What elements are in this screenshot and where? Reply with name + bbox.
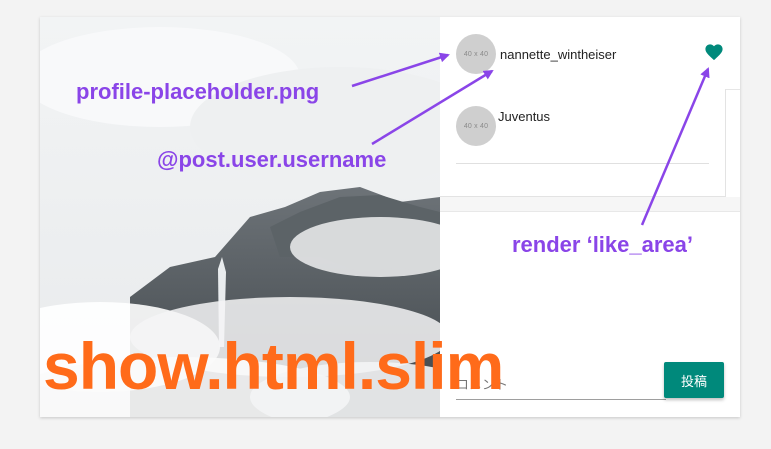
avatar: 40 x 40 [456, 34, 496, 74]
comment-avatar-placeholder-text: 40 x 40 [463, 122, 489, 130]
comments-footer [440, 197, 740, 212]
comment-username[interactable]: Juventus [498, 109, 550, 124]
heart-icon[interactable] [704, 43, 724, 61]
avatar-placeholder-text: 40 x 40 [463, 50, 489, 58]
post-username[interactable]: nannette_wintheiser [500, 47, 616, 62]
like-area-annotation: render ‘like_area’ [512, 232, 694, 257]
avatar-annotation: profile-placeholder.png [76, 79, 320, 104]
post-header: 40 x 40 nannette_wintheiser [440, 17, 740, 90]
comment-divider [456, 163, 709, 164]
username-annotation: @post.user.username [157, 147, 387, 172]
submit-comment-button[interactable]: 投稿 [664, 362, 724, 398]
file-title-annotation: show.html.slim [43, 329, 504, 403]
comment-avatar: 40 x 40 [456, 106, 496, 146]
